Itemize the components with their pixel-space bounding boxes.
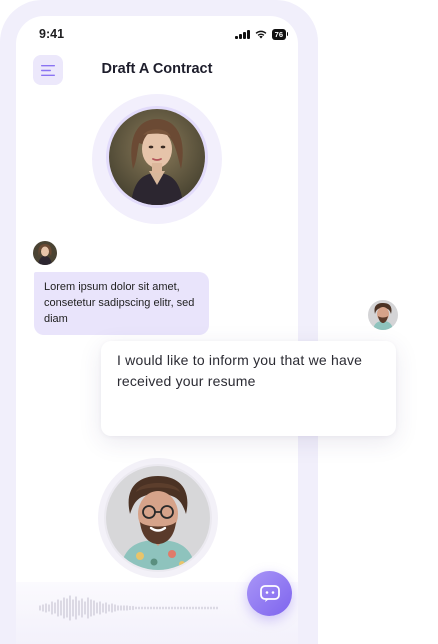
wifi-icon — [255, 30, 267, 39]
signal-icon — [235, 29, 250, 39]
agent-message-bubble: Lorem ipsum dolor sit amet, consetetur s… — [34, 272, 209, 335]
status-icons: 76 — [235, 28, 289, 40]
battery-icon: 76 — [271, 28, 289, 40]
agent-avatar — [106, 106, 208, 208]
user-message-bubble: I would like to inform you that we have … — [101, 341, 396, 436]
phone-screen: 9:41 76 Draft A Contract Lorem ipsum dol… — [16, 16, 298, 644]
chat-button[interactable] — [247, 571, 292, 616]
page-title: Draft A Contract — [101, 61, 213, 77]
agent-small-avatar — [33, 241, 57, 265]
status-time: 9:41 — [39, 27, 65, 41]
user-avatar — [104, 464, 212, 572]
audio-waveform — [39, 595, 218, 621]
user-small-avatar — [368, 300, 398, 330]
chat-bubble-icon — [259, 584, 280, 602]
